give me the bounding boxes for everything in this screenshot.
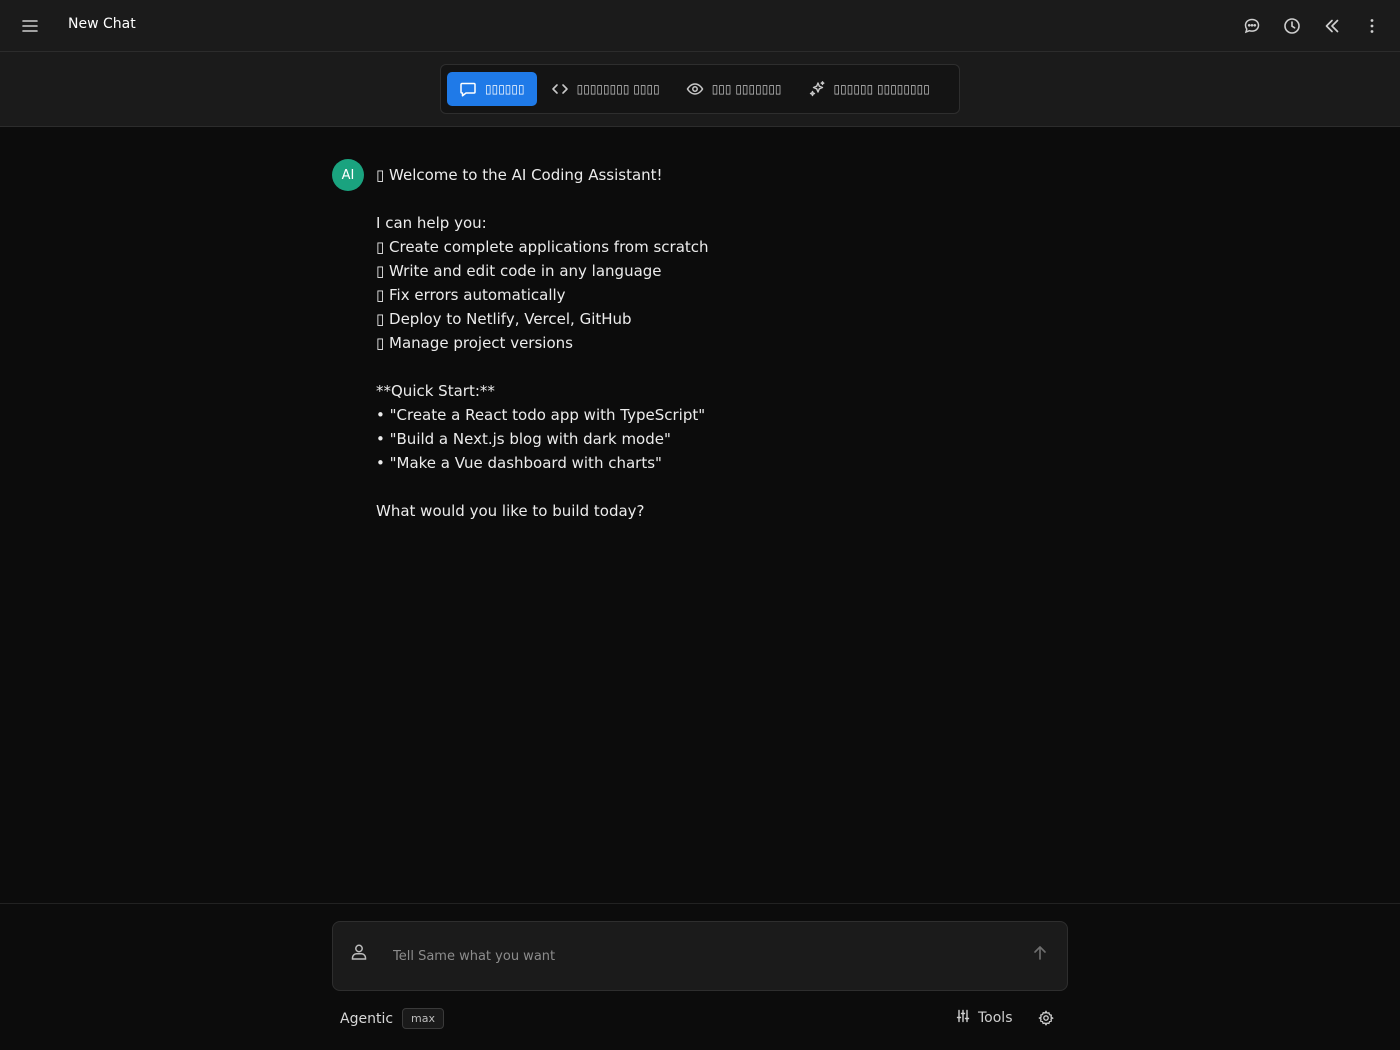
tab-chat[interactable]: ▯▯▯▯▯▯ <box>447 72 537 106</box>
history-clock-icon[interactable] <box>1278 12 1306 40</box>
tab-label: ▯▯▯▯▯▯▯▯ ▯▯▯▯ <box>576 82 660 96</box>
message-line: ▯ Fix errors automatically <box>376 286 566 304</box>
collapse-chevrons-icon[interactable] <box>1318 12 1346 40</box>
composer <box>332 921 1068 991</box>
tools-label: Tools <box>978 1009 1013 1026</box>
tab-bar: ▯▯▯▯▯▯ ▯▯▯▯▯▯▯▯ ▯▯▯▯ ▯▯▯ ▯▯▯▯▯▯▯ ▯▯▯▯▯▯ … <box>0 52 1400 127</box>
top-bar: New Chat <box>0 0 1400 52</box>
mode-selector[interactable]: Agentic max <box>340 1008 444 1029</box>
tab-label: ▯▯▯▯▯▯ <box>485 82 525 96</box>
sparkles-icon <box>808 80 826 98</box>
assistant-message: ▯ Welcome to the AI Coding Assistant! I … <box>376 163 976 523</box>
message-line: ▯ Create complete applications from scra… <box>376 238 709 256</box>
message-line: ▯ Deploy to Netlify, Vercel, GitHub <box>376 310 632 328</box>
tab-preview[interactable]: ▯▯▯ ▯▯▯▯▯▯▯ <box>674 72 794 106</box>
send-button[interactable] <box>1029 942 1051 964</box>
view-tabs: ▯▯▯▯▯▯ ▯▯▯▯▯▯▯▯ ▯▯▯▯ ▯▯▯ ▯▯▯▯▯▯▯ ▯▯▯▯▯▯ … <box>440 64 960 114</box>
code-icon <box>551 80 569 98</box>
chat-title: New Chat <box>68 16 136 32</box>
avatar: AI <box>332 159 364 191</box>
mode-badge: max <box>402 1008 444 1029</box>
sliders-icon <box>956 1008 970 1027</box>
chat-bubble-icon <box>459 80 477 98</box>
user-icon <box>349 942 369 962</box>
message-line <box>376 187 976 211</box>
more-vertical-icon[interactable] <box>1358 12 1386 40</box>
message-line: • "Build a Next.js blog with dark mode" <box>376 430 671 448</box>
tab-label: ▯▯▯▯▯▯ ▯▯▯▯▯▯▯▯ <box>833 82 930 96</box>
tools-button[interactable]: Tools <box>956 1008 1013 1027</box>
message-line: ▯ Welcome to the AI Coding Assistant! <box>376 166 663 184</box>
message-line: ▯ Write and edit code in any language <box>376 262 662 280</box>
tab-label: ▯▯▯ ▯▯▯▯▯▯▯ <box>711 82 782 96</box>
eye-icon <box>686 80 704 98</box>
top-actions <box>1238 12 1386 40</box>
chat-bubble-icon[interactable] <box>1238 12 1266 40</box>
message-input[interactable] <box>393 944 993 968</box>
message-line: What would you like to build today? <box>376 502 645 520</box>
message-line: I can help you: <box>376 214 487 232</box>
composer-area: Agentic max Tools <box>0 903 1400 1050</box>
message-line <box>376 475 976 499</box>
tab-code[interactable]: ▯▯▯▯▯▯▯▯ ▯▯▯▯ <box>539 72 672 106</box>
settings-gear-icon[interactable] <box>1036 1008 1056 1028</box>
tab-ai-tools[interactable]: ▯▯▯▯▯▯ ▯▯▯▯▯▯▯▯ <box>796 72 942 106</box>
message-line: • "Make a Vue dashboard with charts" <box>376 454 662 472</box>
message-line <box>376 355 976 379</box>
message-line: • "Create a React todo app with TypeScri… <box>376 406 706 424</box>
message-line: **Quick Start:** <box>376 382 495 400</box>
menu-icon[interactable] <box>18 14 42 38</box>
chat-area: AI ▯ Welcome to the AI Coding Assistant!… <box>0 127 1400 903</box>
message-line: ▯ Manage project versions <box>376 334 573 352</box>
mode-label: Agentic <box>340 1010 394 1027</box>
